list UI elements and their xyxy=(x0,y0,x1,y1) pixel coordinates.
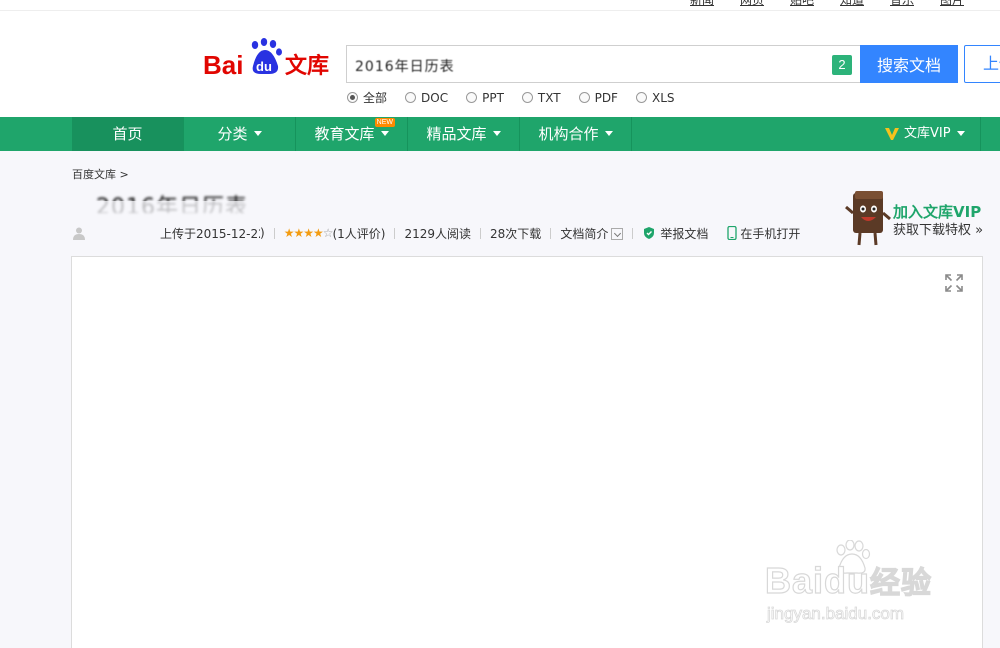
filetype-pdf[interactable]: PDF xyxy=(578,89,618,106)
top-nav-links: 新闻 网页 贴吧 知道 音乐 图片 xyxy=(690,0,964,7)
radio-icon xyxy=(347,92,358,103)
report-doc-link[interactable]: 举报文档 xyxy=(660,225,708,242)
caret-down-icon xyxy=(492,131,501,136)
radio-icon xyxy=(405,92,417,103)
open-on-mobile-link[interactable]: 在手机打开 xyxy=(740,225,800,242)
caret-down-icon xyxy=(253,131,262,136)
vip-v-icon xyxy=(885,128,899,140)
caret-down-icon xyxy=(380,131,389,136)
watermark-url: jingyan.baidu.com xyxy=(767,604,905,624)
nav-education[interactable]: 教育文库 NEW xyxy=(296,117,408,151)
filetype-filter: 全部 DOC PPT TXT PDF XLS xyxy=(347,89,675,106)
user-icon xyxy=(73,227,85,240)
upload-info: 上传于2015-12-22 xyxy=(160,226,260,241)
top-link-tieba[interactable]: 贴吧 xyxy=(790,0,814,7)
filetype-doc[interactable]: DOC xyxy=(405,89,448,106)
caret-down-icon xyxy=(604,131,613,136)
top-link-zhidao[interactable]: 知道 xyxy=(840,0,864,7)
filetype-ppt[interactable]: PPT xyxy=(466,89,504,106)
nav-category[interactable]: 分类 xyxy=(184,117,296,151)
radio-icon xyxy=(521,92,533,103)
doc-intro-toggle[interactable]: 文档简介 xyxy=(560,225,624,242)
rating-count[interactable]: (1人评价) xyxy=(332,225,385,242)
top-link-music[interactable]: 音乐 xyxy=(890,0,914,7)
watermark-brand: Baidu经验 xyxy=(764,559,933,601)
radio-icon xyxy=(578,92,590,103)
logo-bai: Bai xyxy=(203,50,243,80)
search-count-badge: 2 xyxy=(832,55,852,75)
rating-stars: ★★★★☆ xyxy=(283,226,334,240)
vip-promo-subtitle: 获取下载特权 » xyxy=(893,223,984,238)
main-nav: 首页 分类 教育文库 NEW 精品文库 机构合作 文库VIP xyxy=(0,117,1000,151)
nav-home[interactable]: 首页 xyxy=(72,117,184,151)
new-badge: NEW xyxy=(374,118,395,127)
chevron-down-icon xyxy=(611,228,624,240)
search-docs-button[interactable]: 搜索文档 xyxy=(860,45,958,83)
radio-icon xyxy=(466,92,478,103)
top-link-web[interactable]: 网页 xyxy=(740,0,764,7)
nav-premium[interactable]: 精品文库 xyxy=(408,117,520,151)
nav-divider xyxy=(980,117,981,151)
title-mask xyxy=(60,201,270,217)
filetype-all[interactable]: 全部 xyxy=(347,89,387,106)
upload-button[interactable]: 上传 xyxy=(964,45,1000,83)
top-link-news[interactable]: 新闻 xyxy=(690,0,714,7)
nav-vip[interactable]: 文库VIP xyxy=(884,117,965,151)
fullscreen-icon[interactable] xyxy=(944,273,964,293)
read-count: 2129人阅读 xyxy=(404,226,472,241)
top-link-images[interactable]: 图片 xyxy=(940,0,964,7)
mobile-icon xyxy=(727,226,737,240)
vip-promo[interactable]: 加入文库VIP 获取下载特权 » xyxy=(845,189,995,249)
nav-institution[interactable]: 机构合作 xyxy=(520,117,632,151)
baidu-jingyan-watermark: Baidu经验 jingyan.baidu.com xyxy=(764,540,945,630)
baidu-wenku-logo[interactable]: Bai du 文库 xyxy=(203,36,335,80)
shield-icon xyxy=(644,227,655,239)
doc-meta-bar: 上传于2015-12-22 ) ★★★★☆ (1人评价) 2129人阅读 28次… xyxy=(72,225,800,241)
radio-icon xyxy=(635,92,647,103)
download-count: 28次下载 xyxy=(490,226,542,241)
top-divider xyxy=(0,10,1000,11)
search-query: 2016年日历表 xyxy=(355,59,455,75)
uploader-name[interactable] xyxy=(92,226,160,240)
logo-wenku: 文库 xyxy=(285,53,329,79)
caret-down-icon xyxy=(956,130,965,136)
book-mascot-icon xyxy=(845,191,891,246)
filetype-xls[interactable]: XLS xyxy=(635,89,675,106)
logo-du: du xyxy=(256,59,272,74)
search-input[interactable]: 2016年日历表 2 xyxy=(346,45,860,83)
breadcrumb[interactable]: 百度文库 > xyxy=(72,166,129,182)
filetype-txt[interactable]: TXT xyxy=(521,89,561,106)
